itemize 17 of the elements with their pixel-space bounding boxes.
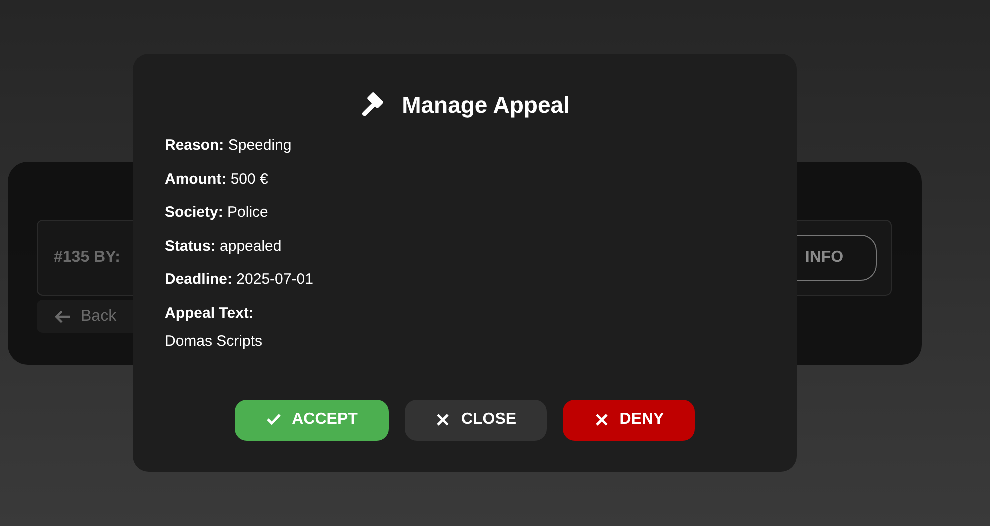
info-line: Status: appealed [165,236,283,256]
appeal-text-label: Appeal Text: [165,304,255,324]
info-line: Deadline: 2025-07-01 [165,270,314,290]
modal-title: Manage Appeal [402,91,570,120]
accept-button[interactable]: ACCEPT [235,400,389,440]
info-line: Reason: Speeding [165,136,293,156]
close-icon [594,412,610,428]
close-icon [435,412,452,428]
info-line: Amount: 500 € [165,170,270,190]
check-icon [266,412,282,428]
close-button[interactable]: CLOSE [405,400,547,440]
deny-button[interactable]: DENY [563,400,695,440]
row-title: #135 BY: [54,248,120,268]
appeal-text: Domas Scripts [165,332,264,352]
gavel-icon [360,92,386,118]
arrow-left-icon [55,310,71,324]
info-line: Society: Police [165,203,270,223]
